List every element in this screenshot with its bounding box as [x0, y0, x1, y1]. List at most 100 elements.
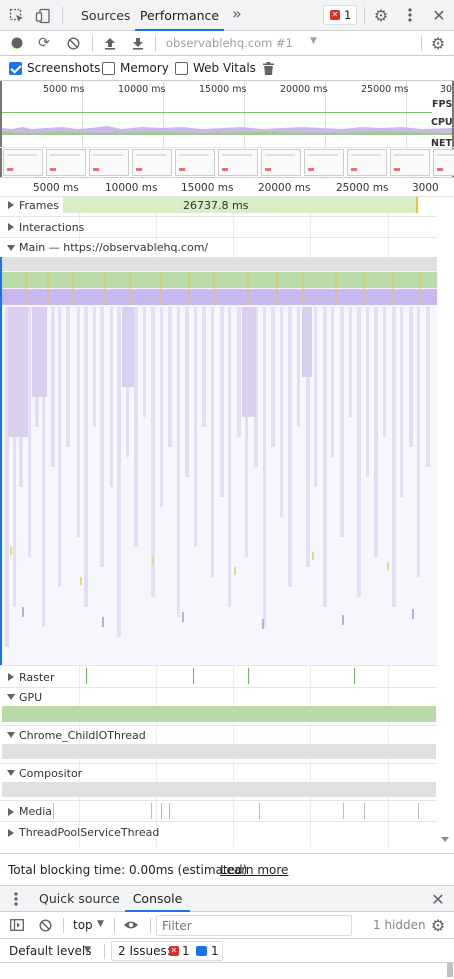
tracks-scrollbar[interactable]	[437, 197, 454, 850]
task-gaps	[25, 272, 421, 305]
interactions-label: Interactions	[19, 221, 85, 234]
reload-record-icon[interactable]: ⟳	[35, 34, 53, 52]
cpu-graph	[2, 126, 452, 135]
performance-toolbar: ⟳ observablehq.com #1 ▼ ⚙	[0, 31, 454, 56]
error-count: 1	[344, 8, 352, 22]
clear-icon[interactable]	[64, 34, 82, 52]
inspect-element-icon[interactable]	[7, 6, 27, 26]
raster-label: Raster	[19, 671, 55, 684]
live-expression-eye-icon[interactable]	[121, 916, 141, 934]
main-flame-chart[interactable]	[0, 257, 437, 665]
trash-icon[interactable]	[259, 59, 277, 77]
timeline-overview[interactable]: 5000 ms 10000 ms 15000 ms 20000 ms 25000…	[0, 81, 454, 178]
screenshot-thumbnail	[218, 149, 258, 176]
gpu-activity-bar	[2, 706, 436, 722]
device-toolbar-icon[interactable]	[33, 6, 53, 26]
frames-label: Frames	[19, 199, 60, 212]
tab-divider	[62, 7, 63, 24]
console-output[interactable]	[0, 963, 454, 979]
interactions-track[interactable]: Interactions	[0, 216, 437, 236]
overview-tick: 20000 ms	[280, 84, 328, 95]
overview-tick: 30	[440, 84, 453, 95]
screenshot-thumbnail	[175, 149, 215, 176]
settings-gear-icon[interactable]: ⚙	[371, 5, 391, 25]
memory-checkbox[interactable]	[102, 62, 115, 75]
collapse-arrow-icon	[7, 732, 15, 738]
devtools-tab-bar: Sources Performance » ✕ 1 ⚙ ✕	[0, 0, 454, 31]
dropdown-arrow-icon: ▼	[97, 919, 104, 929]
record-icon[interactable]	[8, 34, 26, 52]
media-track[interactable]: Media	[0, 800, 437, 821]
main-track[interactable]: Main — https://observablehq.com/	[0, 237, 437, 257]
issues-button[interactable]: 2 Issues: ✕ 1 1	[111, 941, 223, 961]
save-profile-icon[interactable]	[129, 34, 147, 52]
overview-tick: 10000 ms	[118, 84, 166, 95]
screenshot-thumbnail	[3, 149, 43, 176]
load-profile-icon[interactable]	[101, 34, 119, 52]
screenshot-thumbnail	[390, 149, 430, 176]
toolbar-divider	[155, 36, 156, 51]
compositor-activity-bar	[2, 782, 436, 797]
issues-error-count: 1	[182, 944, 190, 958]
total-blocking-time: Total blocking time: 0.00ms (estimated)	[8, 863, 248, 877]
web-vitals-checkbox[interactable]	[175, 62, 188, 75]
context-select-value: top	[73, 918, 93, 932]
raster-track[interactable]: Raster	[0, 665, 437, 687]
error-count-badge[interactable]: ✕ 1	[323, 5, 357, 25]
drawer-menu-icon[interactable]	[7, 889, 25, 909]
collapse-arrow-icon	[7, 694, 15, 700]
tab-sources[interactable]: Sources	[81, 0, 130, 31]
expand-arrow-icon	[8, 829, 14, 837]
issue-error-icon: ✕	[169, 946, 179, 956]
expand-arrow-icon	[8, 223, 14, 231]
tab-divider	[364, 7, 365, 24]
ruler-tick: 10000 ms	[105, 182, 158, 194]
screenshot-thumbnail	[89, 149, 129, 176]
main-task-row	[2, 257, 437, 271]
learn-more-link[interactable]: Learn more	[220, 863, 288, 877]
capture-options-bar: Screenshots Memory Web Vitals	[0, 56, 454, 81]
threadpool-track[interactable]: ThreadPoolServiceThread	[0, 821, 437, 842]
log-levels-select[interactable]: Default levels ▼	[9, 944, 99, 960]
expand-arrow-icon	[8, 201, 14, 209]
fps-graph	[2, 112, 432, 113]
sidebar-toggle-icon[interactable]	[7, 916, 27, 934]
clear-console-icon[interactable]	[36, 916, 54, 934]
ruler-tick: 25000 ms	[336, 182, 389, 194]
more-options-icon[interactable]	[400, 5, 420, 25]
console-levels-bar: Default levels ▼ 2 Issues: ✕ 1 1	[0, 939, 454, 963]
frames-duration: 26737.8 ms	[183, 199, 249, 212]
console-settings-icon[interactable]: ⚙	[428, 915, 448, 935]
web-vitals-label: Web Vitals	[193, 61, 256, 75]
compositor-label: Compositor	[19, 767, 83, 780]
close-drawer-icon[interactable]: ✕	[428, 889, 448, 909]
dropdown-arrow-icon: ▼	[84, 945, 91, 955]
childio-track[interactable]: Chrome_ChildIOThread	[0, 725, 437, 743]
error-icon: ✕	[330, 10, 340, 20]
frames-track[interactable]: Frames 26737.8 ms	[0, 197, 437, 215]
collapse-arrow-icon	[7, 770, 15, 776]
screenshots-label: Screenshots	[27, 61, 101, 75]
context-select[interactable]: top ▼	[73, 918, 113, 934]
scroll-down-arrow-icon[interactable]	[441, 837, 449, 842]
media-label: Media	[19, 805, 53, 818]
tab-console[interactable]: Console	[125, 886, 190, 912]
console-filter-input[interactable]	[156, 915, 352, 936]
tab-performance[interactable]: Performance	[135, 0, 224, 31]
ruler-tick: 20000 ms	[258, 182, 311, 194]
screenshots-checkbox[interactable]	[9, 62, 22, 75]
issues-info-count: 1	[211, 944, 219, 958]
overview-tick: 15000 ms	[199, 84, 247, 95]
capture-settings-icon[interactable]: ⚙	[428, 33, 448, 53]
console-toolbar: top ▼ 1 hidden ⚙	[0, 912, 454, 939]
console-scrollbar-thumb[interactable]	[447, 963, 453, 977]
close-devtools-icon[interactable]: ✕	[429, 5, 449, 25]
profile-select-value: observablehq.com #1	[166, 36, 293, 50]
compositor-track[interactable]: Compositor	[0, 763, 437, 781]
profile-select[interactable]: observablehq.com #1 ▼	[166, 36, 326, 52]
gpu-track[interactable]: GPU	[0, 687, 437, 705]
more-tabs-button[interactable]: »	[232, 4, 242, 23]
issues-label: 2 Issues:	[118, 944, 171, 958]
tab-quick-source[interactable]: Quick source	[39, 891, 120, 906]
dropdown-arrow-icon: ▼	[310, 36, 317, 46]
